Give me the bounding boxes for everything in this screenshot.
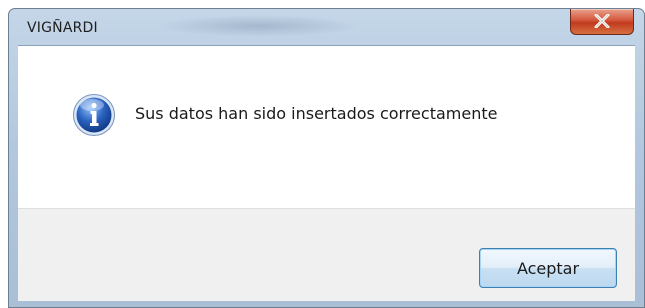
- message-dialog: VIGÑARDI Sus datos han sido insertados c…: [8, 8, 645, 308]
- accept-button[interactable]: Aceptar: [479, 248, 617, 288]
- message-text: Sus datos han sido insertados correctame…: [135, 104, 498, 123]
- button-bar: Aceptar: [18, 208, 635, 301]
- title-bar[interactable]: VIGÑARDI: [9, 9, 644, 45]
- close-button[interactable]: [570, 9, 634, 35]
- window-title: VIGÑARDI: [27, 20, 98, 36]
- close-icon: [594, 14, 610, 28]
- message-area: Sus datos han sido insertados correctame…: [18, 45, 635, 209]
- info-icon: [73, 94, 115, 136]
